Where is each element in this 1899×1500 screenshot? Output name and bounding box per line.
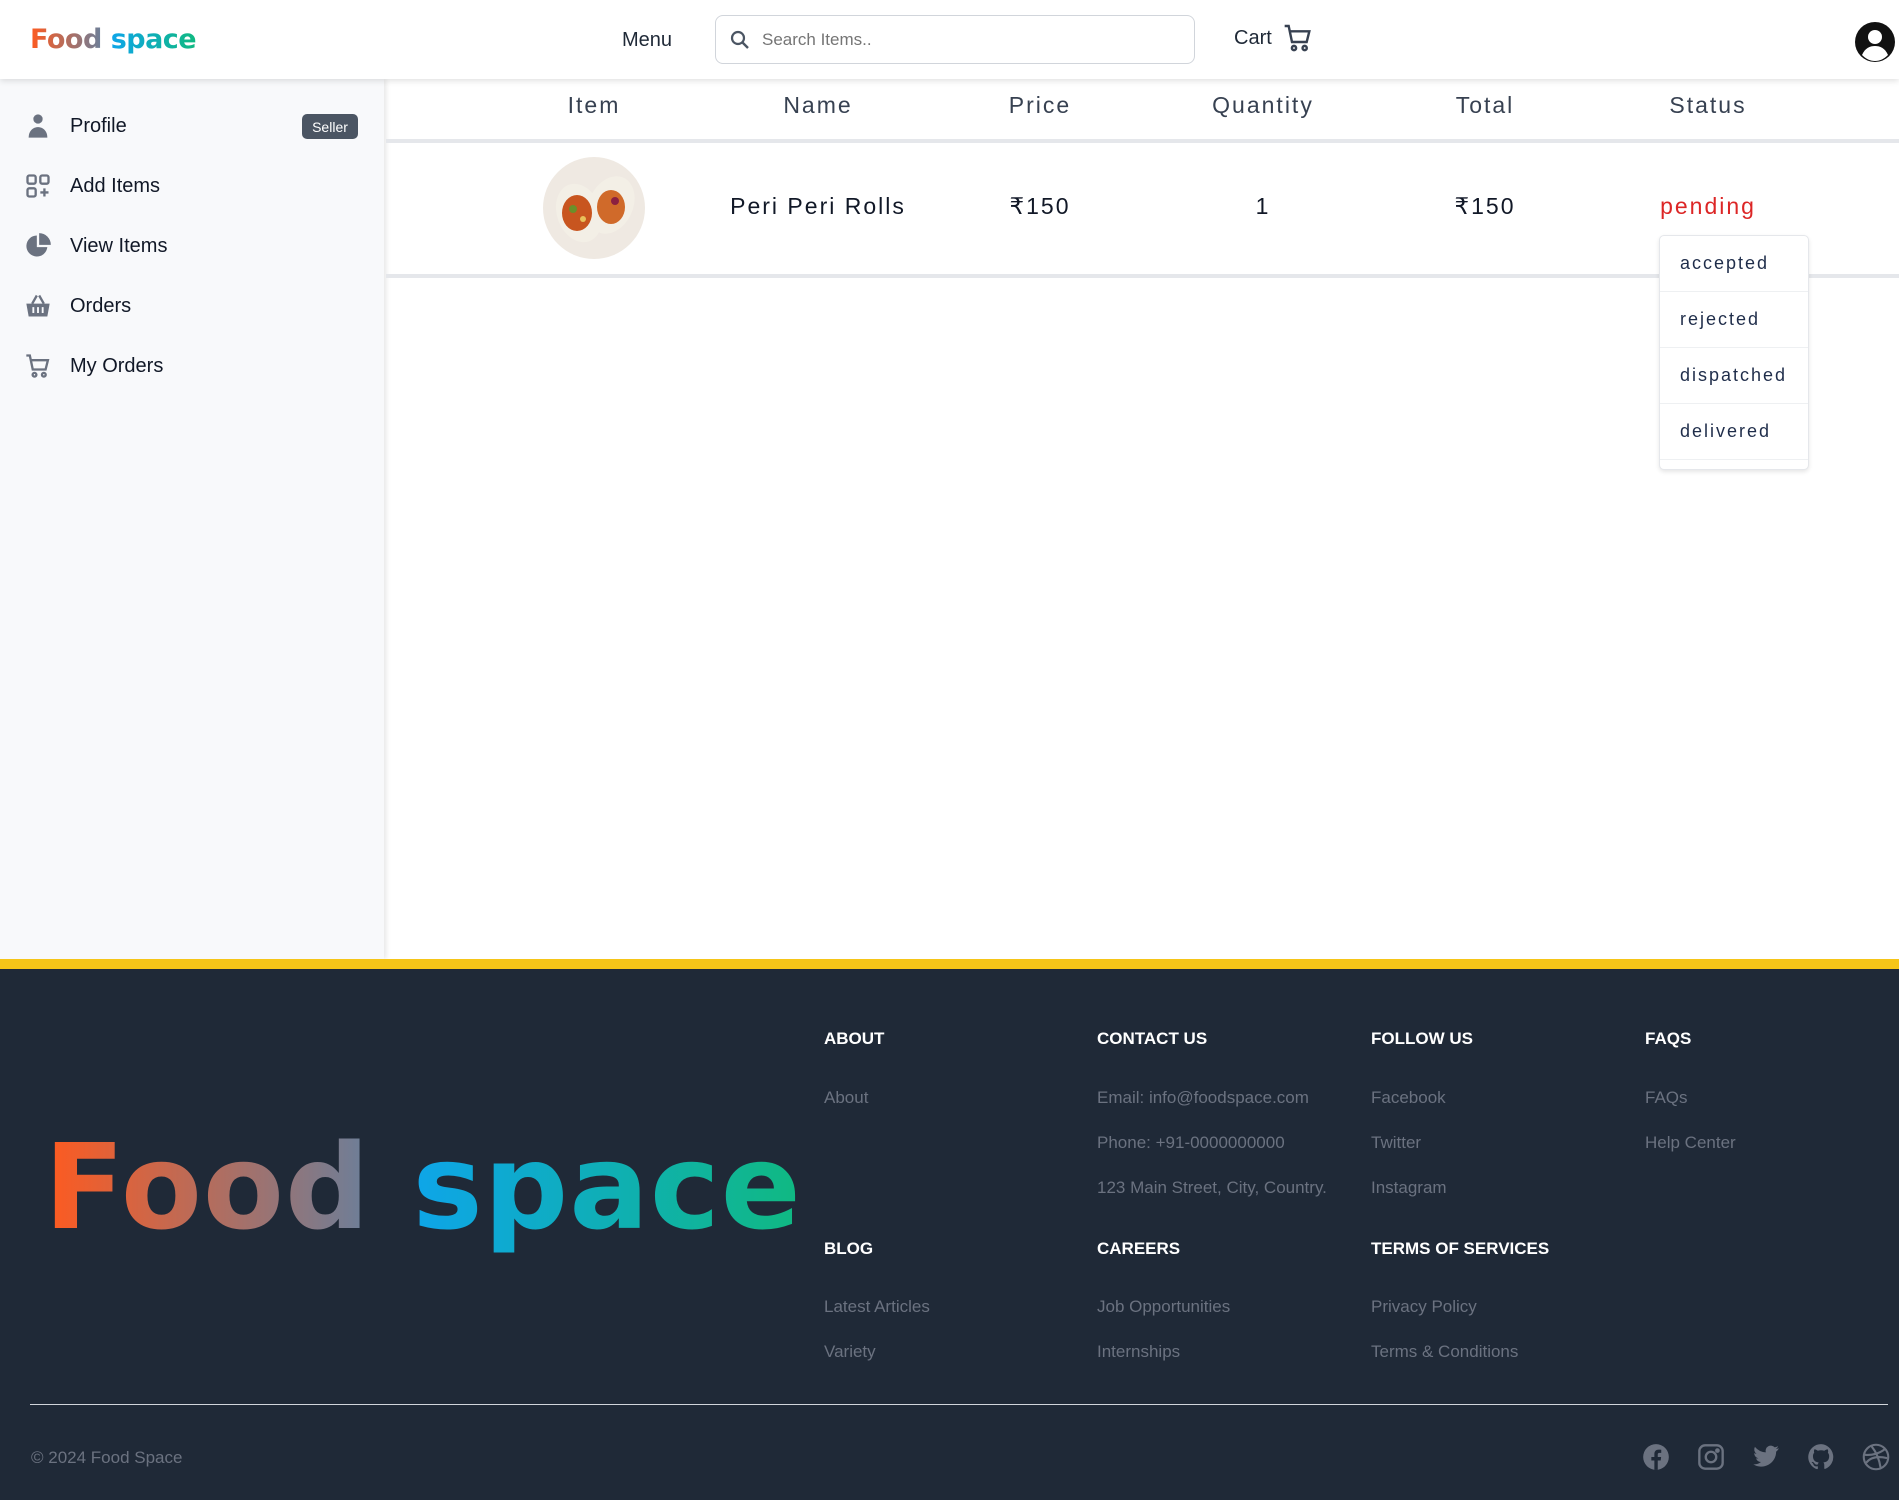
sidebar-item-label: Orders: [70, 294, 132, 317]
footer-heading-careers: CAREERS: [1097, 1239, 1181, 1258]
column-header-quantity: Quantity: [1212, 92, 1314, 118]
footer-heading-about: ABOUT: [824, 1029, 885, 1048]
footer-logo: Food space: [44, 1118, 802, 1256]
sidebar-item-add-items[interactable]: Add Items: [24, 166, 160, 206]
header-divider: [386, 139, 1899, 143]
sidebar-item-view-items[interactable]: View Items: [24, 226, 167, 266]
sidebar: Profile Add Items View Items Orders My O…: [0, 79, 384, 959]
instagram-icon[interactable]: [1697, 1443, 1725, 1471]
footer-link[interactable]: Latest Articles: [824, 1297, 930, 1317]
footer-heading-follow: FOLLOW US: [1371, 1029, 1473, 1048]
cart-button[interactable]: Cart: [1234, 22, 1314, 54]
status-dropdown-menu: accepted rejected dispatched delivered: [1659, 235, 1809, 470]
footer-logo-space: space: [412, 1118, 802, 1256]
dribbble-icon[interactable]: [1862, 1443, 1890, 1471]
logo-space: space: [110, 24, 197, 55]
footer-link[interactable]: FAQs: [1645, 1088, 1688, 1108]
footer-link[interactable]: Privacy Policy: [1371, 1297, 1477, 1317]
item-name: Peri Peri Rolls: [730, 193, 906, 219]
status-option-delivered[interactable]: delivered: [1660, 404, 1808, 460]
sidebar-item-label: Add Items: [70, 174, 161, 197]
footer-link[interactable]: Instagram: [1371, 1178, 1447, 1198]
item-quantity: 1: [1255, 193, 1271, 219]
sidebar-item-label: My Orders: [70, 354, 164, 377]
twitter-icon[interactable]: [1752, 1443, 1780, 1471]
search-icon: [730, 30, 749, 49]
cart-icon: [26, 354, 50, 378]
column-header-name: Name: [783, 92, 853, 118]
status-option-accepted[interactable]: accepted: [1660, 236, 1808, 292]
user-icon: [28, 114, 48, 138]
footer-heading-faqs: FAQS: [1645, 1029, 1692, 1048]
status-option-rejected[interactable]: rejected: [1660, 292, 1808, 348]
footer-link[interactable]: Job Opportunities: [1097, 1297, 1230, 1317]
footer-link[interactable]: Facebook: [1371, 1088, 1446, 1108]
cart-label: Cart: [1234, 26, 1272, 49]
column-header-price: Price: [1008, 92, 1072, 118]
column-header-status: Status: [1669, 92, 1747, 118]
footer-contact-email: Email: info@foodspace.com: [1097, 1088, 1309, 1107]
status-option-dispatched[interactable]: dispatched: [1660, 348, 1808, 404]
seller-badge: Seller: [302, 114, 358, 139]
footer-contact-address: 123 Main Street, City, Country.: [1097, 1178, 1327, 1197]
footer-heading-blog: BLOG: [824, 1239, 874, 1258]
search-input[interactable]: [762, 29, 1162, 50]
sidebar-item-label: View Items: [70, 234, 168, 257]
pie-chart-icon: [26, 233, 51, 257]
footer-link[interactable]: Help Center: [1645, 1133, 1736, 1153]
footer-heading-terms: TERMS OF SERVICES: [1371, 1239, 1550, 1258]
item-total: ₹150: [1454, 193, 1516, 219]
status-dropdown-toggle[interactable]: pending: [1660, 193, 1756, 220]
column-header-item: Item: [567, 92, 621, 118]
top-navbar: Food space Menu Cart: [0, 0, 1899, 79]
footer-contact-phone: Phone: +91-0000000000: [1097, 1133, 1285, 1152]
footer-heading-contact: CONTACT US: [1097, 1029, 1208, 1048]
facebook-icon[interactable]: [1642, 1443, 1670, 1471]
logo[interactable]: Food space: [30, 24, 197, 55]
sidebar-item-my-orders[interactable]: My Orders: [24, 346, 163, 386]
footer-link[interactable]: Twitter: [1371, 1133, 1421, 1153]
column-header-total: Total: [1455, 92, 1515, 118]
sidebar-item-profile[interactable]: Profile: [24, 106, 127, 146]
footer-link[interactable]: Variety: [824, 1342, 876, 1362]
menu-link[interactable]: Menu: [622, 29, 672, 52]
grid-plus-icon: [26, 174, 50, 198]
copyright: © 2024 Food Space: [31, 1448, 183, 1467]
footer-logo-food: Food: [44, 1118, 371, 1256]
sidebar-item-label: Profile: [70, 114, 127, 137]
search-box[interactable]: [715, 15, 1195, 64]
github-icon[interactable]: [1807, 1443, 1835, 1471]
footer-divider: [30, 1404, 1888, 1405]
footer-link[interactable]: About: [824, 1088, 868, 1108]
basket-icon: [26, 294, 50, 317]
footer-link[interactable]: Internships: [1097, 1342, 1180, 1362]
avatar-icon[interactable]: [1854, 21, 1896, 63]
cart-icon: [1284, 24, 1311, 52]
item-price: ₹150: [1009, 193, 1071, 219]
footer-link[interactable]: Terms & Conditions: [1371, 1342, 1518, 1362]
sidebar-item-orders[interactable]: Orders: [24, 286, 131, 326]
logo-food: Food: [30, 24, 102, 55]
food-image: [543, 157, 645, 259]
